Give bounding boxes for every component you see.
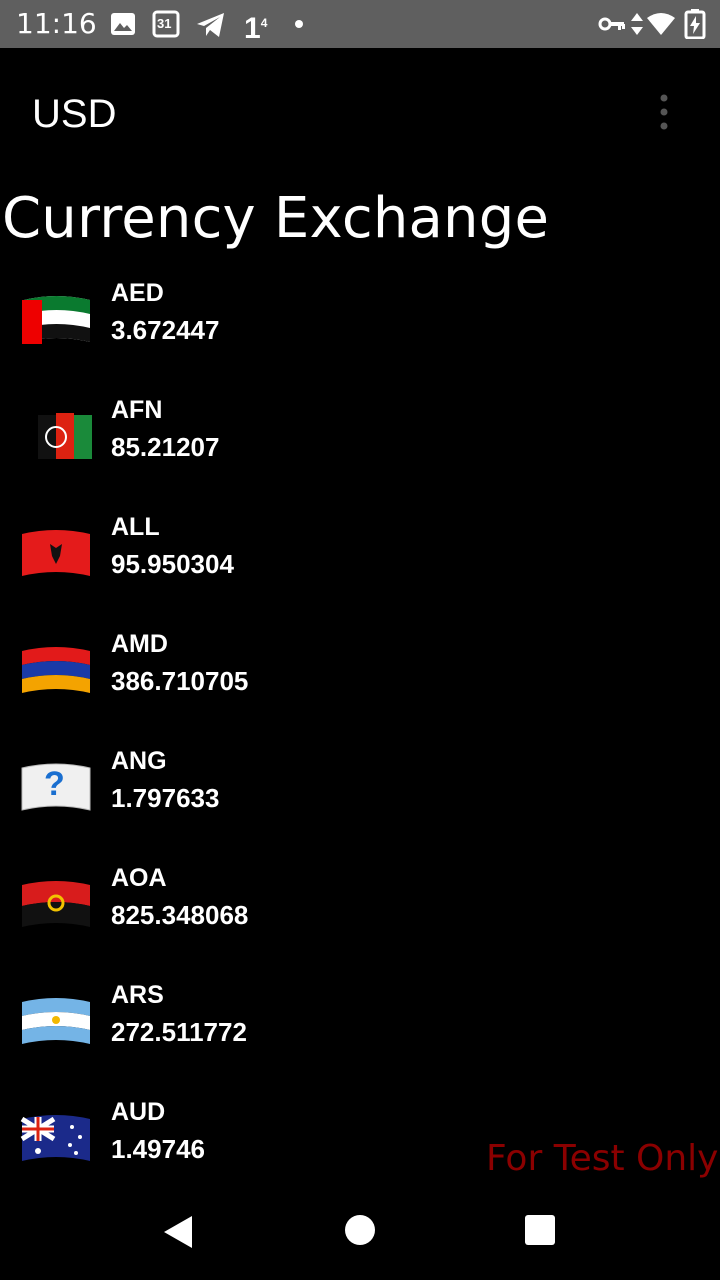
- calendar-icon: 31: [152, 10, 180, 38]
- telegram-icon: [196, 12, 226, 38]
- currency-code: AOA: [111, 864, 167, 892]
- currency-rate: 386.710705: [111, 666, 249, 696]
- home-circle-icon: [345, 1215, 375, 1245]
- notification-count: 1: [244, 12, 261, 45]
- currency-row[interactable]: AED 3.672447: [0, 270, 720, 387]
- currency-code: AED: [111, 279, 164, 307]
- currency-list[interactable]: AED 3.672447 AFN 85.21207 ALL 95.950304 …: [0, 270, 720, 1206]
- battery-charging-icon: [684, 9, 706, 39]
- argentina-flag-icon: [22, 998, 90, 1044]
- app-bar: USD: [0, 48, 720, 176]
- currency-code: AFN: [111, 396, 163, 424]
- currency-rate: 3.672447: [111, 315, 220, 345]
- recents-square-icon: [525, 1215, 555, 1245]
- notification-count-icon: 14: [244, 6, 267, 46]
- status-time: 11:16: [16, 7, 97, 40]
- currency-code: ALL: [111, 513, 160, 541]
- australia-flag-icon: [20, 1115, 90, 1161]
- page-title: Currency Exchange: [2, 186, 550, 251]
- currency-row[interactable]: ARS 272.511772: [0, 972, 720, 1089]
- albania-flag-icon: [22, 530, 90, 576]
- currency-code: ANG: [111, 747, 167, 775]
- back-triangle-icon: [164, 1216, 192, 1248]
- data-arrows-icon: [630, 12, 644, 36]
- wifi-icon: [646, 12, 676, 36]
- currency-row[interactable]: AMD 386.710705: [0, 621, 720, 738]
- currency-row[interactable]: AFN 85.21207: [0, 387, 720, 504]
- status-bar: 11:16 31 14: [0, 0, 720, 48]
- currency-rate: 85.21207: [111, 432, 220, 462]
- notification-sup: 4: [260, 16, 268, 30]
- overflow-menu-button[interactable]: [648, 92, 680, 132]
- angola-flag-icon: [22, 881, 90, 927]
- image-icon: [110, 12, 136, 36]
- currency-row[interactable]: ? ANG 1.797633: [0, 738, 720, 855]
- currency-rate: 1.49746: [111, 1134, 205, 1164]
- currency-rate: 95.950304: [111, 549, 234, 579]
- calendar-day: 31: [157, 16, 172, 31]
- afghanistan-flag-icon: [38, 413, 92, 459]
- navigation-bar: [0, 1184, 720, 1280]
- test-watermark: For Test Only: [486, 1138, 719, 1179]
- uae-flag-icon: [22, 296, 90, 344]
- more-vert-icon: [660, 94, 668, 130]
- currency-rate: 1.797633: [111, 783, 220, 813]
- armenia-flag-icon: [22, 647, 90, 693]
- currency-code: AUD: [111, 1098, 166, 1126]
- vpn-key-icon: [598, 14, 626, 34]
- unknown-flag-glyph: ?: [44, 765, 65, 803]
- home-button[interactable]: [344, 1214, 376, 1251]
- currency-row[interactable]: ALL 95.950304: [0, 504, 720, 621]
- recents-button[interactable]: [524, 1214, 556, 1251]
- currency-code: ARS: [111, 981, 164, 1009]
- back-button[interactable]: [160, 1214, 196, 1255]
- currency-code: AMD: [111, 630, 168, 658]
- dot-icon: [294, 19, 304, 29]
- currency-row[interactable]: AOA 825.348068: [0, 855, 720, 972]
- currency-rate: 825.348068: [111, 900, 249, 930]
- currency-rate: 272.511772: [111, 1017, 247, 1047]
- base-currency-title: USD: [32, 92, 117, 136]
